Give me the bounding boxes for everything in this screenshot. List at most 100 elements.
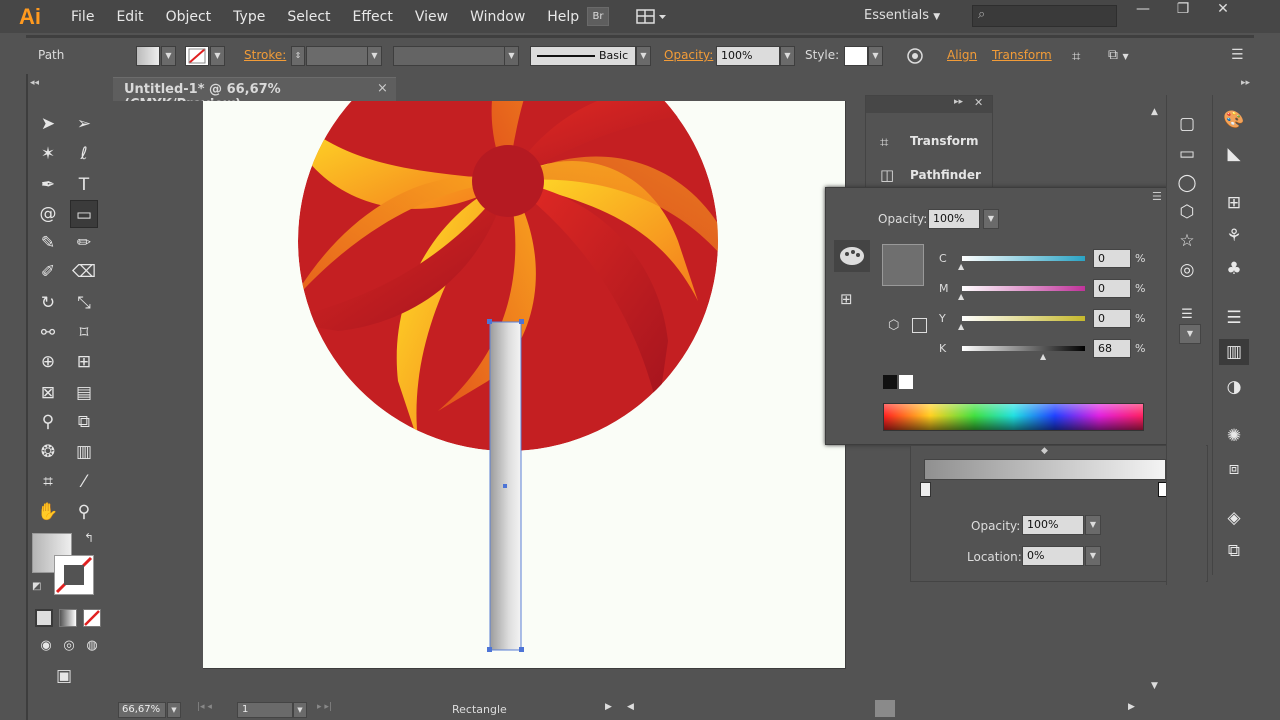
- stroke-label[interactable]: Stroke:: [244, 48, 286, 62]
- artboard-number-field[interactable]: 1: [237, 702, 293, 718]
- layers-icon[interactable]: ◈: [1219, 505, 1249, 531]
- stroke-indicator[interactable]: [54, 555, 94, 595]
- swatches-tab-icon[interactable]: ⊞: [840, 290, 853, 308]
- flare-icon[interactable]: ◎: [1172, 257, 1202, 283]
- minimize-button[interactable]: —: [1123, 0, 1163, 20]
- gradient-tool-icon[interactable]: ▤: [70, 379, 98, 407]
- brushes-icon[interactable]: ⚘: [1219, 223, 1249, 249]
- transparency-icon[interactable]: ◑: [1219, 374, 1249, 400]
- scroll-right-icon[interactable]: ▶: [1128, 702, 1135, 712]
- stop-opacity-dropdown[interactable]: ▼: [1085, 515, 1101, 535]
- scroll-down-icon[interactable]: ▼: [1151, 681, 1158, 691]
- zoom-field[interactable]: 66,67%: [118, 702, 166, 718]
- color-mode-button[interactable]: [35, 609, 53, 627]
- color-tab[interactable]: [834, 240, 870, 272]
- stroke-weight-field[interactable]: [306, 46, 368, 66]
- stroke-panel-icon[interactable]: ☰: [1219, 305, 1249, 331]
- swatches-icon[interactable]: ⊞: [1219, 190, 1249, 216]
- artboard-tool-icon[interactable]: ⌗: [34, 468, 62, 496]
- eyedropper-tool-icon[interactable]: ⚲: [34, 408, 62, 436]
- stop-location-dropdown[interactable]: ▼: [1085, 546, 1101, 566]
- recolor-artwork-icon[interactable]: [905, 46, 925, 66]
- menu-window[interactable]: Window: [459, 9, 536, 25]
- screen-mode-icon[interactable]: ▣: [50, 662, 78, 690]
- perspective-grid-tool-icon[interactable]: ⊞: [70, 348, 98, 376]
- rounded-rectangle-icon[interactable]: ▭: [1172, 141, 1202, 167]
- channel-c-thumb[interactable]: ▲: [958, 262, 964, 271]
- close-panel-icon[interactable]: ✕: [974, 96, 983, 109]
- stroke-swatch[interactable]: [185, 46, 209, 66]
- menu-file[interactable]: File: [60, 9, 105, 25]
- scroll-left-icon[interactable]: ◀: [627, 702, 634, 712]
- bridge-button[interactable]: Br: [587, 7, 609, 26]
- profile-dropdown[interactable]: ▼: [504, 46, 519, 66]
- variable-width-profile[interactable]: [393, 46, 505, 66]
- stroke-weight-dropdown[interactable]: ▼: [367, 46, 382, 66]
- channel-m-field[interactable]: 0: [1093, 279, 1131, 298]
- eraser-tool-icon[interactable]: ⌫: [70, 258, 98, 286]
- transform-icon[interactable]: ⌗: [880, 133, 888, 151]
- panel-menu-icon[interactable]: ☰: [1231, 47, 1244, 63]
- shape-builder-tool-icon[interactable]: ⊕: [34, 348, 62, 376]
- gradient-mode-button[interactable]: [59, 609, 77, 627]
- polygon-icon[interactable]: ⬡: [1172, 199, 1202, 225]
- restore-button[interactable]: ❐: [1163, 0, 1203, 20]
- arrange-icon[interactable]: ⧉ ▼: [1108, 47, 1129, 63]
- ellipse-icon[interactable]: ◯: [1172, 170, 1202, 196]
- color-opacity-field[interactable]: 100%: [928, 209, 980, 229]
- draw-inside-icon[interactable]: ◍: [78, 632, 106, 660]
- appearance-icon[interactable]: ✺: [1219, 423, 1249, 449]
- opacity-label[interactable]: Opacity:: [664, 48, 713, 62]
- lasso-tool-icon[interactable]: ℓ: [70, 140, 98, 168]
- menu-view[interactable]: View: [404, 9, 459, 25]
- panel-dropdown[interactable]: ▼: [1179, 324, 1201, 344]
- stop-opacity-field[interactable]: 100%: [1022, 515, 1084, 535]
- symbols-icon[interactable]: ♣: [1219, 256, 1249, 282]
- channel-m-thumb[interactable]: ▲: [958, 292, 964, 301]
- brush-definition[interactable]: Basic: [530, 46, 636, 66]
- channel-m-slider[interactable]: [962, 286, 1085, 291]
- menu-help[interactable]: Help: [536, 9, 590, 25]
- black-swatch[interactable]: [883, 375, 897, 389]
- transform-panel-tab[interactable]: Transform: [910, 134, 978, 148]
- none-mode-button[interactable]: [83, 609, 101, 627]
- rotate-tool-icon[interactable]: ↻: [34, 289, 62, 317]
- status-menu-icon[interactable]: ▶: [605, 702, 612, 712]
- opacity-field[interactable]: 100%: [716, 46, 780, 66]
- stroke-stepper[interactable]: ⇕: [291, 46, 305, 66]
- channel-c-field[interactable]: 0: [1093, 249, 1131, 268]
- blob-brush-tool-icon[interactable]: ✐: [34, 258, 62, 286]
- artboard[interactable]: [203, 101, 846, 669]
- free-transform-tool-icon[interactable]: ⌑: [70, 319, 98, 347]
- pen-tool-icon[interactable]: ✒: [34, 171, 62, 199]
- selection-tool-icon[interactable]: ➤: [34, 110, 62, 138]
- horizontal-scroll-thumb[interactable]: [875, 700, 895, 717]
- swap-fill-stroke-icon[interactable]: ↰: [84, 531, 94, 545]
- default-fill-stroke-icon[interactable]: ◩: [32, 581, 41, 592]
- pencil-tool-icon[interactable]: ✏: [70, 229, 98, 257]
- gradient-slider[interactable]: [924, 459, 1166, 480]
- first-artboard-icon[interactable]: |◂ ◂: [197, 702, 212, 712]
- zoom-tool-icon[interactable]: ⚲: [70, 498, 98, 526]
- color-spectrum[interactable]: [883, 403, 1144, 431]
- scroll-up-icon[interactable]: ▲: [1151, 107, 1158, 117]
- collapse-icon[interactable]: ▸▸: [954, 97, 963, 107]
- document-tab[interactable]: Untitled-1* @ 66,67% (CMYK/Preview) ×: [113, 77, 396, 112]
- color-guide-icon[interactable]: ◣: [1219, 141, 1249, 167]
- transform-link[interactable]: Transform: [992, 48, 1052, 62]
- channel-y-field[interactable]: 0: [1093, 309, 1131, 328]
- fill-swatch[interactable]: [136, 46, 160, 66]
- gradient-stop-left[interactable]: [920, 482, 931, 497]
- channel-y-slider[interactable]: [962, 316, 1085, 321]
- collapse-left-icon[interactable]: ◂◂: [30, 78, 39, 88]
- close-document-icon[interactable]: ×: [377, 81, 388, 96]
- isolate-object-icon[interactable]: ⌗: [1072, 47, 1080, 65]
- workspace-switcher[interactable]: Essentials ▼: [864, 8, 940, 23]
- stroke-box-icon[interactable]: [912, 318, 927, 333]
- menu-object[interactable]: Object: [155, 9, 223, 25]
- color-panel-icon[interactable]: 🎨: [1219, 107, 1249, 133]
- menu-effect[interactable]: Effect: [342, 9, 404, 25]
- artboard-dropdown[interactable]: ▼: [293, 702, 307, 718]
- search-input[interactable]: ⌕: [972, 5, 1117, 27]
- paintbrush-tool-icon[interactable]: ✎: [34, 229, 62, 257]
